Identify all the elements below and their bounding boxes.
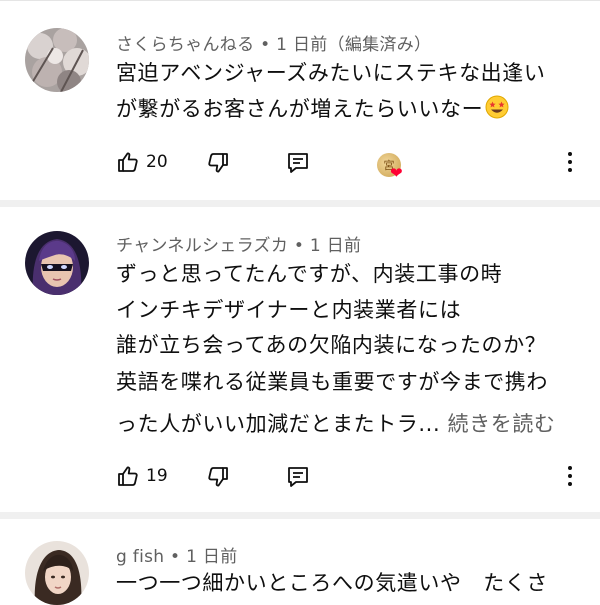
comment-text-fragment: った人がいい加減だとまたトラ...	[116, 412, 441, 436]
heart-icon: ❤	[390, 164, 403, 182]
comment-author-meta[interactable]: チャンネルシェラズカ • 1 日前	[116, 231, 361, 256]
comment-text-line: 誰が立ち会ってあの欠陥内装になったのか？	[116, 333, 547, 357]
comment-text-line: が繋がるお客さんが増えたらいいなー	[116, 91, 509, 127]
star-struck-emoji-icon	[485, 95, 509, 119]
thumbs-up-icon	[118, 152, 138, 172]
comment-divider	[0, 200, 600, 207]
like-count: 20	[146, 152, 168, 172]
comment-thread: チャンネルシェラズカ • 1 日前 ずっと思ってたんですが、内装工事の時 インチ…	[0, 207, 600, 512]
creator-heart-badge: 宮 ❤	[377, 153, 407, 183]
comment-text-line: 英語を喋れる従業員も重要ですが今まで携わ	[116, 370, 548, 394]
reply-icon	[288, 467, 308, 487]
comment-author-meta[interactable]: さくらちゃんねる • 1 日前（編集済み）	[116, 30, 431, 55]
comment-divider	[0, 512, 600, 519]
thumbs-down-icon	[208, 467, 228, 487]
comment-text-line: った人がいい加減だとまたトラ... 続きを読む	[116, 406, 556, 442]
comment-text-fragment: が繋がるお客さんが増えたらいいなー	[116, 97, 484, 121]
more-vert-icon[interactable]	[566, 152, 574, 174]
reply-button[interactable]	[287, 151, 309, 175]
comment-thread: g fish • 1 日前 一つ一つ細かいところへの気遣いや たくさ	[0, 519, 600, 605]
thumbs-down-icon	[208, 153, 228, 173]
like-button[interactable]: 19	[116, 464, 168, 488]
comment-text-line: 一つ一つ細かいところへの気遣いや たくさ	[116, 571, 548, 595]
like-button[interactable]: 20	[116, 150, 168, 174]
read-more-link[interactable]: 続きを読む	[448, 412, 556, 436]
more-vert-icon[interactable]	[566, 466, 574, 488]
comment-author-meta[interactable]: g fish • 1 日前	[116, 542, 238, 567]
avatar[interactable]	[25, 231, 89, 295]
avatar[interactable]	[25, 28, 89, 92]
like-count: 19	[146, 466, 168, 486]
dislike-button[interactable]	[206, 151, 230, 175]
avatar[interactable]	[25, 541, 89, 605]
reply-button[interactable]	[287, 465, 309, 489]
comment-text-line: 宮迫アベンジャーズみたいにステキな出逢い	[116, 61, 546, 85]
dislike-button[interactable]	[206, 465, 230, 489]
reply-icon	[288, 153, 308, 173]
comment-text-line: インチキデザイナーと内装業者には	[116, 298, 462, 322]
comment-text-line: ずっと思ってたんですが、内装工事の時	[116, 262, 503, 286]
comment-thread: さくらちゃんねる • 1 日前（編集済み） 宮迫アベンジャーズみたいにステキな出…	[0, 0, 600, 200]
thumbs-up-icon	[118, 466, 138, 486]
